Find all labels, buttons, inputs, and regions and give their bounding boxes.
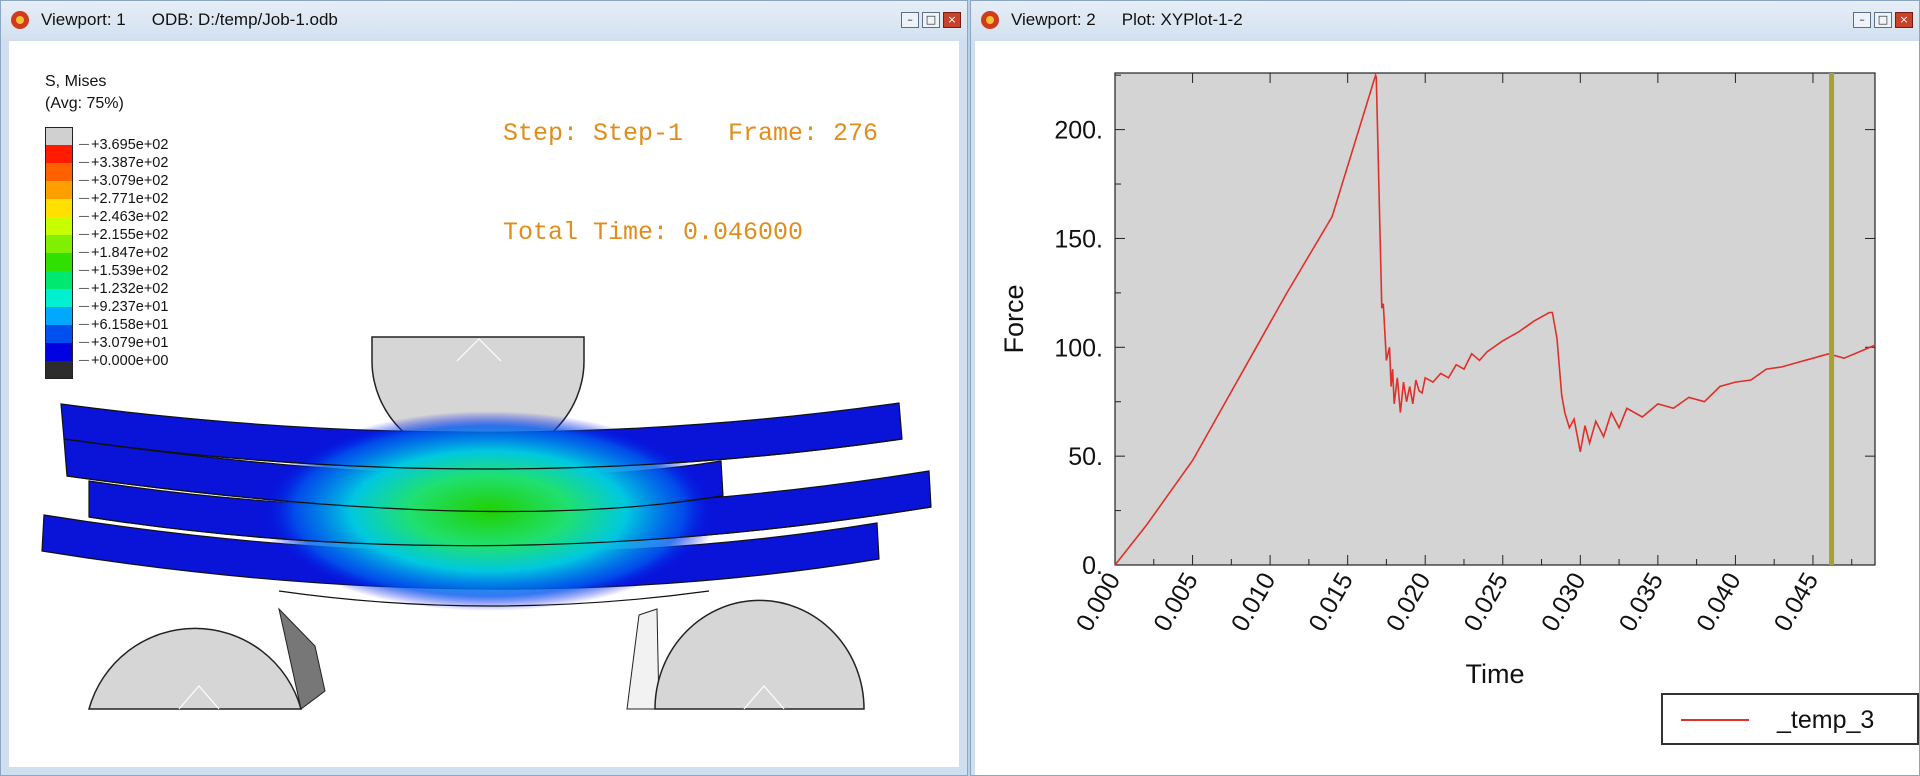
viewport-1-title: Viewport: 1 bbox=[41, 10, 126, 29]
y-tick-label: 150. bbox=[1054, 225, 1103, 253]
y-tick-label: 100. bbox=[1054, 334, 1103, 362]
viewport-1-titlebar[interactable]: Viewport: 1 ODB: D:/temp/Job-1.odb – □ × bbox=[1, 1, 967, 39]
viewport-2-window[interactable]: Viewport: 2 Plot: XYPlot-1-2 – □ × 0.000… bbox=[970, 0, 1920, 776]
maximize-button[interactable]: □ bbox=[922, 12, 940, 28]
viewport-2-titlebar[interactable]: Viewport: 2 Plot: XYPlot-1-2 – □ × bbox=[971, 1, 1919, 39]
x-tick-label: 0.010 bbox=[1226, 568, 1282, 636]
x-tick-label: 0.015 bbox=[1303, 568, 1359, 636]
x-tick-label: 0.045 bbox=[1769, 568, 1825, 636]
legend-series-label: _temp_3 bbox=[1777, 706, 1875, 734]
plot-canvas[interactable]: 0.000 0.005 0.010 0.015 0.020 0.025 0.030 0.035… bbox=[975, 41, 1919, 775]
close-button[interactable]: × bbox=[1895, 12, 1913, 28]
legend-line-swatch bbox=[1681, 719, 1749, 721]
viewport-1-window[interactable]: Viewport: 1 ODB: D:/temp/Job-1.odb – □ ×… bbox=[0, 0, 968, 776]
right-support bbox=[626, 599, 865, 710]
y-tick-label: 0. bbox=[1082, 552, 1103, 580]
odb-path: ODB: D:/temp/Job-1.odb bbox=[151, 10, 338, 29]
model-render bbox=[41, 336, 932, 710]
maximize-button[interactable]: □ bbox=[1874, 12, 1892, 28]
x-tick-label: 0.025 bbox=[1458, 568, 1514, 636]
x-tick-label: 0.005 bbox=[1148, 568, 1204, 636]
y-tick-label: 50. bbox=[1068, 443, 1103, 471]
minimize-button[interactable]: – bbox=[901, 12, 919, 28]
x-tick-label: 0.030 bbox=[1536, 568, 1592, 636]
minimize-button[interactable]: – bbox=[1853, 12, 1871, 28]
y-axis-label: Force bbox=[999, 284, 1029, 353]
plot-name: Plot: XYPlot-1-2 bbox=[1121, 10, 1243, 29]
close-button[interactable]: × bbox=[943, 12, 961, 28]
plot-area bbox=[1114, 72, 1876, 566]
model-canvas[interactable]: S, Mises (Avg: 75%) +3.695e+02+3.387e+02… bbox=[9, 41, 959, 767]
viewport-2-title: Viewport: 2 bbox=[1011, 10, 1096, 29]
x-tick-label: 0.035 bbox=[1614, 568, 1670, 636]
left-support bbox=[88, 607, 326, 710]
plot-legend: _temp_3 bbox=[1661, 693, 1919, 745]
x-tick-label: 0.020 bbox=[1381, 568, 1437, 636]
laminate-beams bbox=[41, 402, 932, 611]
x-tick-label: 0.040 bbox=[1691, 568, 1747, 636]
xy-plot: 0.000 0.005 0.010 0.015 0.020 0.025 0.030 0.035… bbox=[999, 72, 1876, 689]
y-tick-label: 200. bbox=[1054, 117, 1103, 145]
abaqus-logo-icon bbox=[981, 11, 999, 29]
x-axis-label: Time bbox=[1466, 659, 1525, 689]
abaqus-logo-icon bbox=[11, 11, 29, 29]
